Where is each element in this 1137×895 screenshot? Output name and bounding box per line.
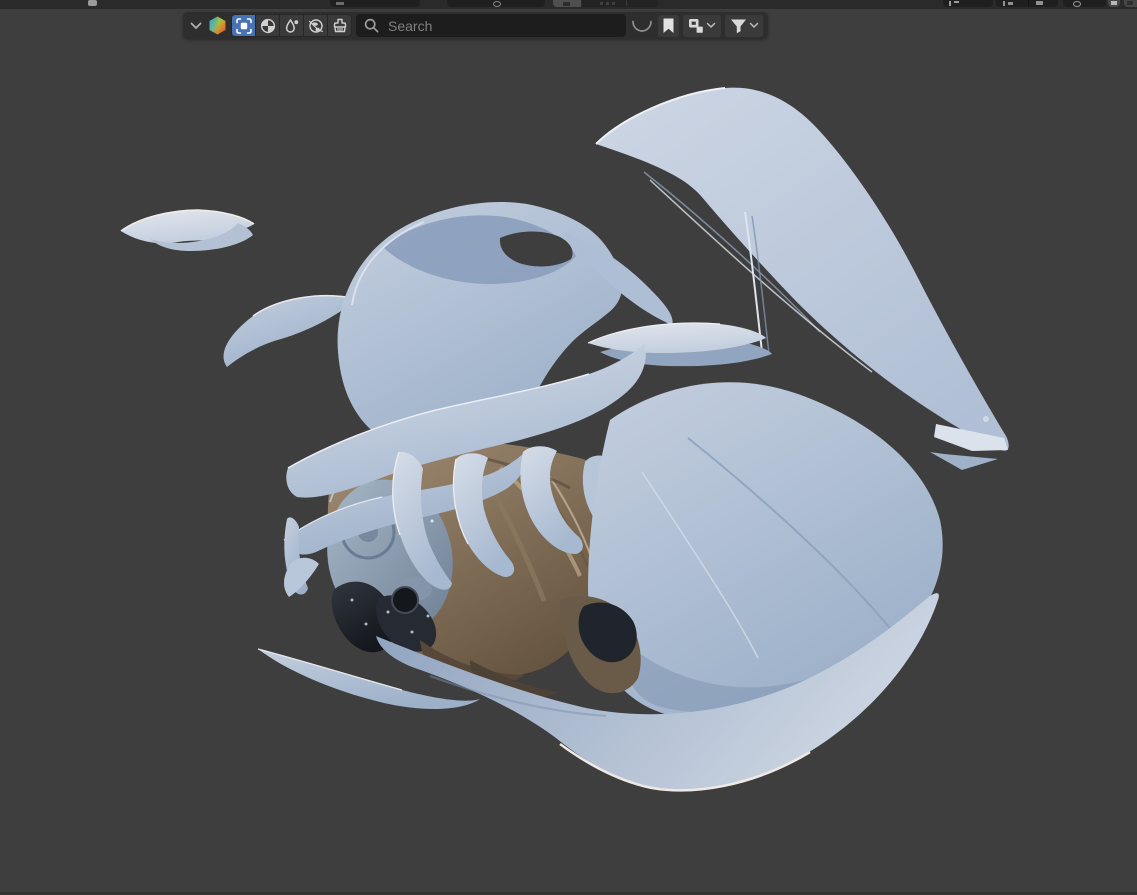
chevron-down-icon [749, 22, 758, 29]
droplet-icon [285, 18, 298, 33]
filter-button[interactable] [725, 14, 763, 37]
collapse-toolbar-button[interactable] [188, 15, 204, 37]
topbar-button-fragment[interactable] [582, 0, 658, 7]
editor-type-button[interactable] [208, 16, 227, 35]
topbar-button-fragment[interactable] [996, 0, 1058, 7]
blender-window [0, 0, 1137, 895]
chevron-down-icon [190, 22, 202, 29]
search-box [356, 14, 626, 37]
asset-filter-toggle-group [231, 14, 352, 37]
toggle-world[interactable] [304, 15, 327, 36]
topbar-button-fragment[interactable] [330, 0, 420, 7]
topbar-button-fragment[interactable] [1063, 0, 1106, 7]
floating-toolbar [183, 12, 768, 39]
rainbow-hexagon-icon [209, 16, 226, 35]
toggle-material[interactable] [256, 15, 279, 36]
topbar-button-fragment[interactable] [553, 0, 581, 7]
bookmark-button[interactable] [658, 14, 679, 37]
topbar-button-fragment[interactable] [1108, 0, 1120, 7]
toggle-object-select[interactable] [232, 15, 255, 36]
topbar-button-fragment[interactable] [447, 0, 545, 7]
checker-sphere-icon [260, 18, 275, 33]
globe-icon [308, 18, 323, 33]
topbar-button-fragment[interactable] [1124, 0, 1137, 7]
chevron-down-icon [706, 22, 716, 29]
arc-icon [632, 20, 652, 32]
toggle-brush[interactable] [328, 15, 351, 36]
bracket-square-icon [235, 17, 252, 34]
topbar-button-fragment[interactable] [88, 0, 97, 6]
collapse-arc-button[interactable] [630, 15, 654, 37]
layout-icon [689, 18, 703, 33]
viewport-3d[interactable] [0, 0, 1137, 895]
toggle-fluid[interactable] [280, 15, 303, 36]
bookmark-icon [663, 18, 674, 33]
search-icon [364, 18, 379, 33]
topbar [0, 0, 1137, 9]
funnel-icon [730, 19, 746, 33]
topbar-button-fragment[interactable] [943, 0, 993, 7]
search-input[interactable] [386, 16, 618, 35]
paintbrush-icon [333, 18, 346, 32]
display-mode-button[interactable] [683, 14, 721, 37]
